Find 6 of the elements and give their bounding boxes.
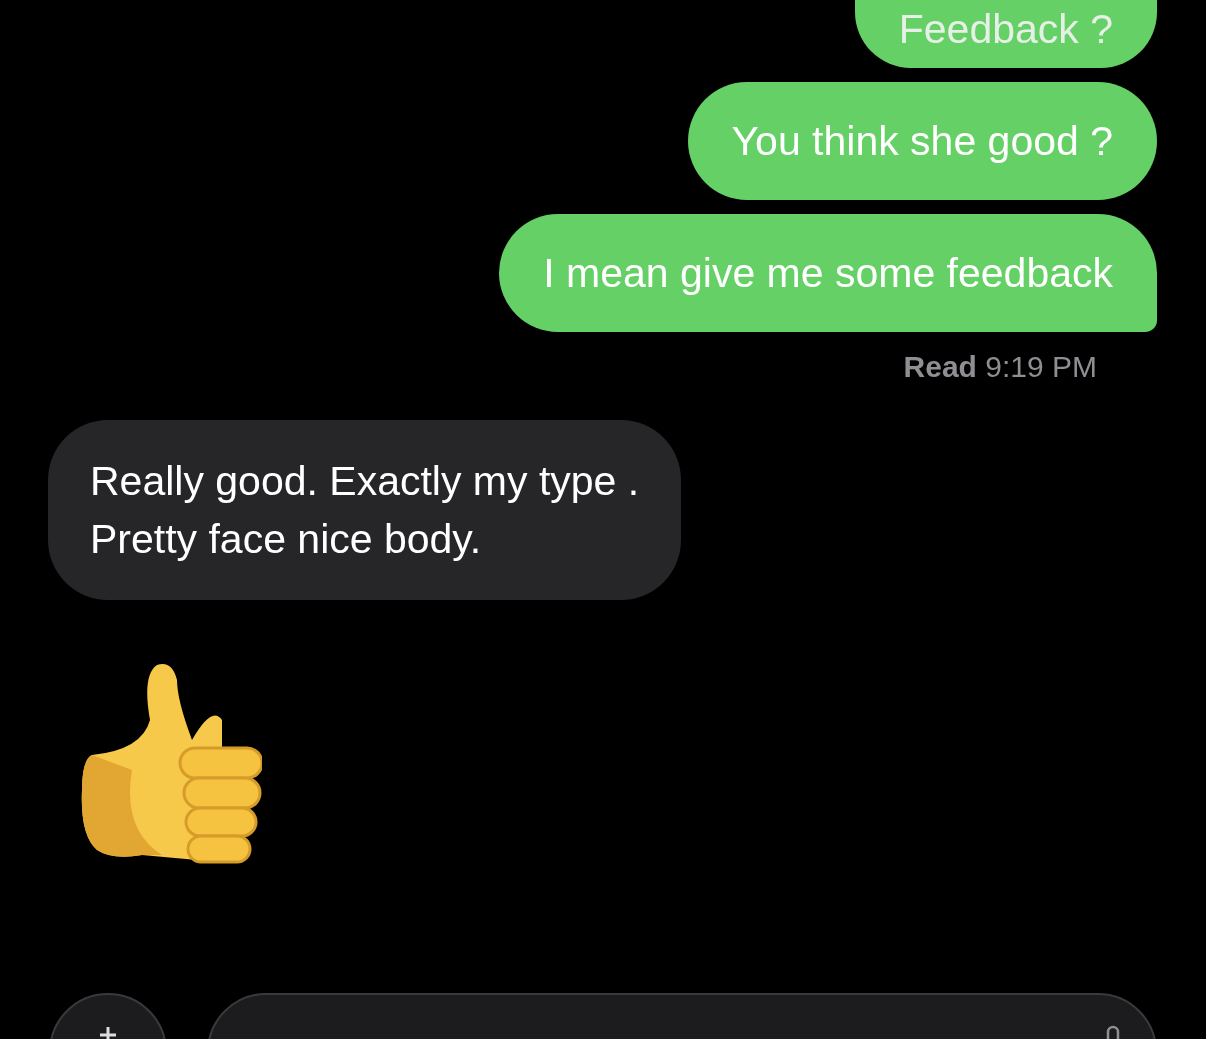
message-bubble: You think she good ? xyxy=(687,82,1157,200)
message-bubble: Feedback ? xyxy=(854,0,1157,68)
plus-icon xyxy=(98,1025,118,1039)
read-receipt: Read 9:19 PM xyxy=(903,350,1097,384)
message-bubble: I mean give me some feedback xyxy=(499,214,1157,332)
message-bubble: Really good. Exactly my type . Pretty face nice body. xyxy=(48,420,682,600)
